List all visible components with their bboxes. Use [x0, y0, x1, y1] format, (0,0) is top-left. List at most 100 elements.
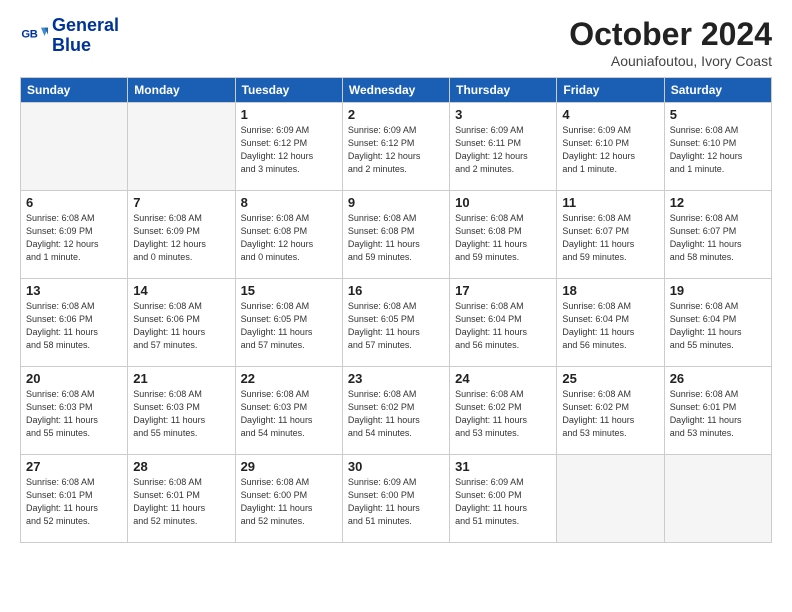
day-info: Sunrise: 6:09 AM Sunset: 6:11 PM Dayligh… [455, 124, 551, 176]
day-number: 1 [241, 107, 337, 122]
day-info: Sunrise: 6:08 AM Sunset: 6:03 PM Dayligh… [241, 388, 337, 440]
day-info: Sunrise: 6:08 AM Sunset: 6:04 PM Dayligh… [455, 300, 551, 352]
day-number: 30 [348, 459, 444, 474]
day-number: 20 [26, 371, 122, 386]
col-thursday: Thursday [450, 78, 557, 103]
svg-text:G: G [21, 28, 30, 40]
calendar-week-1: 1 Sunrise: 6:09 AM Sunset: 6:12 PM Daylig… [21, 103, 772, 191]
calendar-cell: 17 Sunrise: 6:08 AM Sunset: 6:04 PM Dayli… [450, 279, 557, 367]
calendar-week-2: 6Sunrise: 6:08 AM Sunset: 6:09 PM Daylig… [21, 191, 772, 279]
col-monday: Monday [128, 78, 235, 103]
day-number: 14 [133, 283, 229, 298]
logo-line2: Blue [52, 36, 119, 56]
calendar-cell: 7Sunrise: 6:08 AM Sunset: 6:09 PM Daylig… [128, 191, 235, 279]
title-block: October 2024 Aouniafoutou, Ivory Coast [569, 16, 772, 69]
day-number: 11 [562, 195, 658, 210]
calendar-cell: 16Sunrise: 6:08 AM Sunset: 6:05 PM Dayli… [342, 279, 449, 367]
day-info: Sunrise: 6:09 AM Sunset: 6:00 PM Dayligh… [455, 476, 551, 528]
day-info: Sunrise: 6:08 AM Sunset: 6:03 PM Dayligh… [26, 388, 122, 440]
day-number: 27 [26, 459, 122, 474]
day-info: Sunrise: 6:09 AM Sunset: 6:10 PM Dayligh… [562, 124, 658, 176]
calendar-cell: 20 Sunrise: 6:08 AM Sunset: 6:03 PM Dayli… [21, 367, 128, 455]
calendar-cell: 21 Sunrise: 6:08 AM Sunset: 6:03 PM Dayli… [128, 367, 235, 455]
calendar-cell: 13Sunrise: 6:08 AM Sunset: 6:06 PM Dayli… [21, 279, 128, 367]
header: G B General Blue October 2024 Aouniafout… [20, 16, 772, 69]
day-number: 31 [455, 459, 551, 474]
day-number: 2 [348, 107, 444, 122]
day-info: Sunrise: 6:08 AM Sunset: 6:02 PM Dayligh… [348, 388, 444, 440]
calendar-week-4: 20 Sunrise: 6:08 AM Sunset: 6:03 PM Dayli… [21, 367, 772, 455]
col-wednesday: Wednesday [342, 78, 449, 103]
calendar-header-row: Sunday Monday Tuesday Wednesday Thursday… [21, 78, 772, 103]
day-info: Sunrise: 6:08 AM Sunset: 6:05 PM Dayligh… [348, 300, 444, 352]
calendar-cell: 12 Sunrise: 6:08 AM Sunset: 6:07 PM Dayli… [664, 191, 771, 279]
day-number: 17 [455, 283, 551, 298]
day-info: Sunrise: 6:08 AM Sunset: 6:03 PM Dayligh… [133, 388, 229, 440]
calendar-cell: 31 Sunrise: 6:09 AM Sunset: 6:00 PM Dayli… [450, 455, 557, 543]
day-info: Sunrise: 6:08 AM Sunset: 6:02 PM Dayligh… [562, 388, 658, 440]
calendar-cell: 22 Sunrise: 6:08 AM Sunset: 6:03 PM Dayli… [235, 367, 342, 455]
day-number: 6 [26, 195, 122, 210]
day-number: 3 [455, 107, 551, 122]
calendar: Sunday Monday Tuesday Wednesday Thursday… [20, 77, 772, 543]
calendar-cell: 8 Sunrise: 6:08 AM Sunset: 6:08 PM Daylig… [235, 191, 342, 279]
calendar-cell [557, 455, 664, 543]
day-info: Sunrise: 6:08 AM Sunset: 6:02 PM Dayligh… [455, 388, 551, 440]
day-info: Sunrise: 6:08 AM Sunset: 6:04 PM Dayligh… [562, 300, 658, 352]
calendar-week-3: 13 Sunrise: 6:08 AM Sunset: 6:06 PM Dayli… [21, 279, 772, 367]
calendar-week-5: 27 Sunrise: 6:08 AM Sunset: 6:01 PM Dayli… [21, 455, 772, 543]
day-number: 15 [241, 283, 337, 298]
day-number: 21 [133, 371, 229, 386]
day-info: Sunrise: 6:08 AM Sunset: 6:07 PM Dayligh… [670, 212, 766, 264]
location-title: Aouniafoutou, Ivory Coast [569, 53, 772, 69]
day-info: Sunrise: 6:08 AM Sunset: 6:05 PM Dayligh… [241, 300, 337, 352]
calendar-cell: 15 Sunrise: 6:08 AM Sunset: 6:05 PM Dayli… [235, 279, 342, 367]
day-info: Sunrise: 6:08 AM Sunset: 6:00 PM Dayligh… [241, 476, 337, 528]
day-info: Sunrise: 6:09 AM Sunset: 6:12 PM Dayligh… [348, 124, 444, 176]
day-info: Sunrise: 6:08 AM Sunset: 6:06 PM Dayligh… [133, 300, 229, 352]
day-number: 24 [455, 371, 551, 386]
day-info: Sunrise: 6:08 AM Sunset: 6:10 PM Dayligh… [670, 124, 766, 176]
day-number: 25 [562, 371, 658, 386]
calendar-cell: 19 Sunrise: 6:08 AM Sunset: 6:04 PM Dayli… [664, 279, 771, 367]
day-info: Sunrise: 6:08 AM Sunset: 6:08 PM Dayligh… [241, 212, 337, 264]
day-number: 23 [348, 371, 444, 386]
month-title: October 2024 [569, 16, 772, 53]
day-number: 12 [670, 195, 766, 210]
day-number: 22 [241, 371, 337, 386]
day-number: 8 [241, 195, 337, 210]
calendar-cell: 30 Sunrise: 6:09 AM Sunset: 6:00 PM Dayli… [342, 455, 449, 543]
calendar-cell: 24 Sunrise: 6:08 AM Sunset: 6:02 PM Dayli… [450, 367, 557, 455]
day-info: Sunrise: 6:09 AM Sunset: 6:12 PM Dayligh… [241, 124, 337, 176]
col-tuesday: Tuesday [235, 78, 342, 103]
day-number: 5 [670, 107, 766, 122]
calendar-cell: 27 Sunrise: 6:08 AM Sunset: 6:01 PM Dayli… [21, 455, 128, 543]
day-info: Sunrise: 6:08 AM Sunset: 6:01 PM Dayligh… [133, 476, 229, 528]
day-number: 26 [670, 371, 766, 386]
day-number: 13 [26, 283, 122, 298]
day-number: 19 [670, 283, 766, 298]
logo-line1: General [52, 16, 119, 36]
calendar-cell: 23 Sunrise: 6:08 AM Sunset: 6:02 PM Dayli… [342, 367, 449, 455]
calendar-cell [128, 103, 235, 191]
calendar-cell: 26Sunrise: 6:08 AM Sunset: 6:01 PM Dayli… [664, 367, 771, 455]
day-number: 7 [133, 195, 229, 210]
logo: G B General Blue [20, 16, 119, 56]
calendar-cell [21, 103, 128, 191]
col-saturday: Saturday [664, 78, 771, 103]
day-info: Sunrise: 6:09 AM Sunset: 6:00 PM Dayligh… [348, 476, 444, 528]
calendar-cell: 29Sunrise: 6:08 AM Sunset: 6:00 PM Dayli… [235, 455, 342, 543]
calendar-cell: 4Sunrise: 6:09 AM Sunset: 6:10 PM Daylig… [557, 103, 664, 191]
day-info: Sunrise: 6:08 AM Sunset: 6:08 PM Dayligh… [348, 212, 444, 264]
day-info: Sunrise: 6:08 AM Sunset: 6:08 PM Dayligh… [455, 212, 551, 264]
day-info: Sunrise: 6:08 AM Sunset: 6:07 PM Dayligh… [562, 212, 658, 264]
calendar-cell: 5 Sunrise: 6:08 AM Sunset: 6:10 PM Daylig… [664, 103, 771, 191]
day-number: 18 [562, 283, 658, 298]
day-info: Sunrise: 6:08 AM Sunset: 6:01 PM Dayligh… [26, 476, 122, 528]
calendar-cell: 9Sunrise: 6:08 AM Sunset: 6:08 PM Daylig… [342, 191, 449, 279]
calendar-cell: 6Sunrise: 6:08 AM Sunset: 6:09 PM Daylig… [21, 191, 128, 279]
calendar-cell: 28Sunrise: 6:08 AM Sunset: 6:01 PM Dayli… [128, 455, 235, 543]
day-info: Sunrise: 6:08 AM Sunset: 6:04 PM Dayligh… [670, 300, 766, 352]
svg-text:B: B [30, 28, 38, 40]
calendar-cell: 18 Sunrise: 6:08 AM Sunset: 6:04 PM Dayli… [557, 279, 664, 367]
